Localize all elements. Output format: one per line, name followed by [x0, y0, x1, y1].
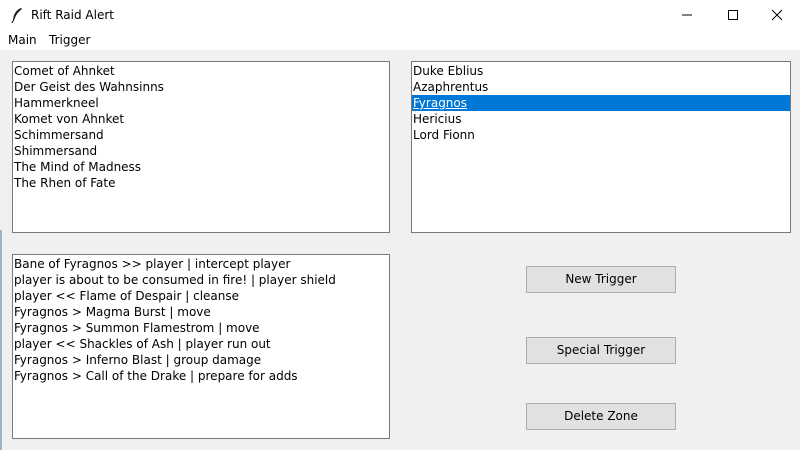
window-edge [0, 230, 2, 450]
window-title: Rift Raid Alert [31, 8, 114, 22]
special-trigger-button[interactable]: Special Trigger [526, 337, 676, 364]
minimize-button[interactable] [664, 0, 710, 30]
trigger-item[interactable]: Fyragnos > Inferno Blast | group damage [13, 352, 389, 368]
boss-item-selected[interactable]: Fyragnos [412, 95, 790, 111]
boss-item[interactable]: Duke Eblius [412, 63, 790, 79]
zone-item[interactable]: Comet of Ahnket [13, 63, 389, 79]
trigger-item[interactable]: Fyragnos > Call of the Drake | prepare f… [13, 368, 389, 384]
zone-item[interactable]: Hammerkneel [13, 95, 389, 111]
trigger-item[interactable]: player << Shackles of Ash | player run o… [13, 336, 389, 352]
minimize-icon [682, 14, 692, 16]
boss-item[interactable]: Azaphrentus [412, 79, 790, 95]
menu-bar: Main Trigger [0, 30, 800, 50]
zone-item[interactable]: Schimmersand [13, 127, 389, 143]
boss-item[interactable]: Hericius [412, 111, 790, 127]
zone-item[interactable]: The Mind of Madness [13, 159, 389, 175]
delete-zone-button[interactable]: Delete Zone [526, 403, 676, 430]
trigger-list[interactable]: Bane of Fyragnos >> player | intercept p… [12, 254, 390, 439]
menu-trigger[interactable]: Trigger [49, 33, 90, 47]
close-button[interactable] [754, 0, 800, 30]
trigger-item[interactable]: Bane of Fyragnos >> player | intercept p… [13, 256, 389, 272]
boss-list[interactable]: Duke Eblius Azaphrentus Fyragnos Hericiu… [411, 61, 791, 233]
trigger-item[interactable]: player is about to be consumed in fire! … [13, 272, 389, 288]
zone-list[interactable]: Comet of Ahnket Der Geist des Wahnsinns … [12, 61, 390, 233]
title-bar: Rift Raid Alert [0, 0, 800, 30]
zone-item[interactable]: The Rhen of Fate [13, 175, 389, 191]
zone-item[interactable]: Shimmersand [13, 143, 389, 159]
menu-main[interactable]: Main [8, 33, 37, 47]
new-trigger-button[interactable]: New Trigger [526, 266, 676, 293]
boss-item[interactable]: Lord Fionn [412, 127, 790, 143]
trigger-item[interactable]: player << Flame of Despair | cleanse [13, 288, 389, 304]
zone-item[interactable]: Komet von Ahnket [13, 111, 389, 127]
maximize-button[interactable] [710, 0, 756, 30]
zone-item[interactable]: Der Geist des Wahnsinns [13, 79, 389, 95]
maximize-icon [728, 10, 738, 20]
feather-icon [10, 7, 24, 24]
trigger-item[interactable]: Fyragnos > Magma Burst | move [13, 304, 389, 320]
close-icon [771, 9, 783, 21]
trigger-item[interactable]: Fyragnos > Summon Flamestrom | move [13, 320, 389, 336]
